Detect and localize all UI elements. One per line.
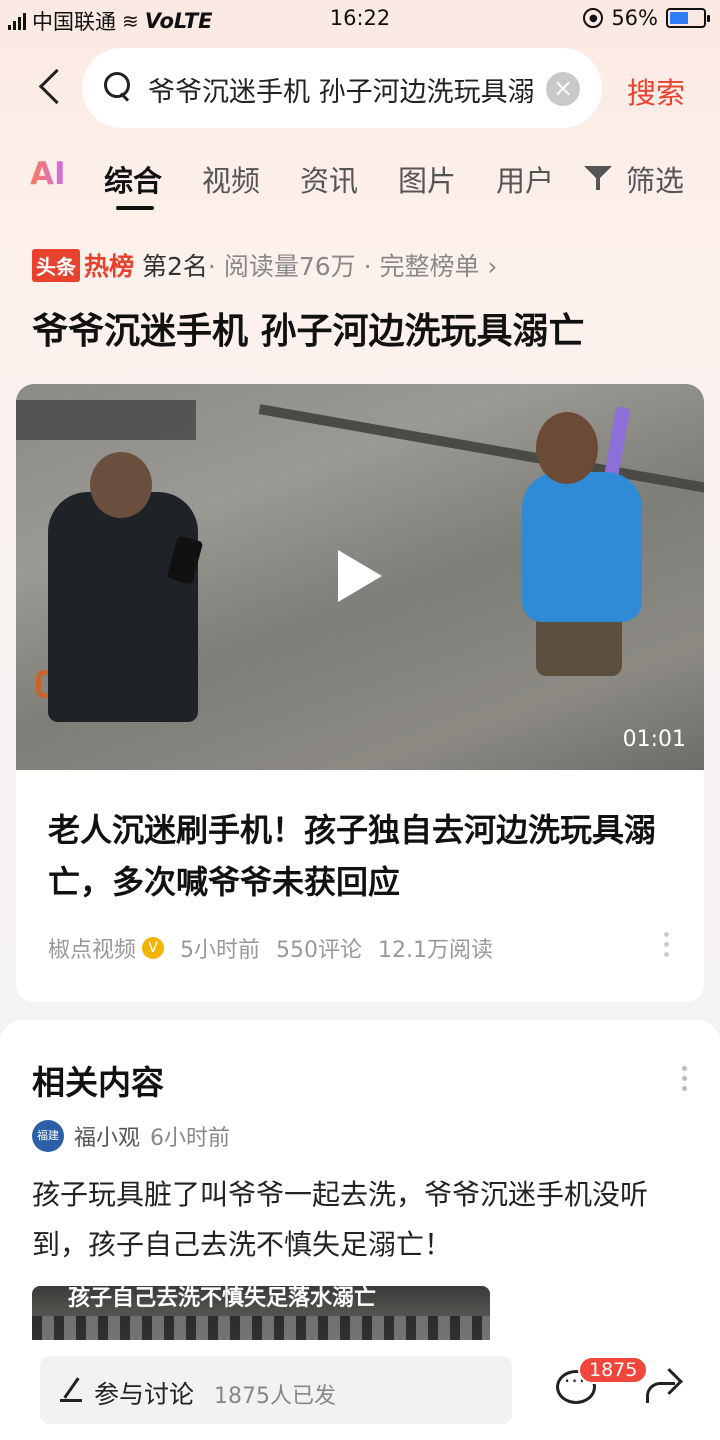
video-comments: 550评论 [276,938,363,963]
related-author-row[interactable]: 福建 福小观 6小时前 [32,1120,230,1152]
related-more-icon[interactable] [682,1066,688,1092]
search-box[interactable]: 爷爷沉迷手机 孙子河边洗玩具溺亡 × [82,48,602,128]
bottom-bar: 参与讨论 1875人已发 1875 [0,1340,720,1440]
drain-line [258,404,704,494]
video-card[interactable]: 01:01 老人沉迷刷手机！孩子独自去河边洗玩具溺亡，多次喊爷爷未获回应 椒点视… [16,384,704,1002]
author-avatar[interactable]: 福建 [32,1120,64,1152]
discuss-count: 1875人已发 [214,1384,336,1409]
tab-images[interactable]: 图片 [398,158,456,200]
pen-icon [60,1376,84,1402]
hot-list-badge: 热榜 [84,252,135,281]
battery-icon [666,8,710,28]
grandfather-figure [48,492,198,722]
video-duration: 01:01 [622,727,686,752]
video-title[interactable]: 老人沉迷刷手机！孩子独自去河边洗玩具溺亡，多次喊爷爷未获回应 [48,804,678,908]
related-time: 6小时前 [150,1126,231,1151]
status-right: ● 56% [583,6,710,30]
author-name[interactable]: 福小观 [74,1120,140,1152]
video-thumbnail[interactable]: 01:01 [16,384,704,770]
read-count-link[interactable]: · 阅读量76万 · 完整榜单 › [208,247,498,283]
video-meta: 椒点视频 V 5小时前 550评论 12.1万阅读 [48,932,493,964]
toutiao-badge: 头条 [32,248,80,282]
tab-users[interactable]: 用户 [496,158,554,200]
hot-rank-row[interactable]: 头条 热榜 第2名 · 阅读量76万 · 完整榜单 › [32,248,497,282]
tab-news[interactable]: 资讯 [300,158,358,200]
comment-count-badge: 1875 [578,1356,649,1384]
topic-title: 爷爷沉迷手机 孙子河边洗玩具溺亡 [32,311,585,352]
tab-filter[interactable]: 筛选 [626,158,684,200]
discuss-input[interactable]: 参与讨论 1875人已发 [40,1356,512,1424]
child-figure [522,472,642,622]
battery-percent: 56% [611,6,658,30]
tab-comprehensive[interactable]: 综合 [104,158,162,200]
filter-icon[interactable] [582,164,616,194]
more-options-icon[interactable] [664,932,670,958]
related-thumbnail[interactable]: 孩子自己去洗不慎失足落水溺亡 [32,1286,490,1342]
verified-icon: V [142,937,165,959]
rotation-lock-icon: ● [583,8,604,28]
related-title: 相关内容 [32,1063,164,1102]
tab-video[interactable]: 视频 [202,158,260,200]
play-icon[interactable] [338,550,382,602]
status-bar: 中国联通 ≋ VoLTE 16:22 ● 56% [0,0,720,38]
child-legs [536,614,622,676]
discuss-label: 参与讨论 [94,1380,195,1409]
clear-search-button[interactable]: × [546,72,580,106]
rank-label: 第2名 [142,252,208,281]
ai-tab[interactable]: AI [30,156,66,192]
active-tab-indicator [116,206,154,210]
related-text[interactable]: 孩子玩具脏了叫爷爷一起去洗，爷爷沉迷手机没听到，孩子自己去洗不慎失足溺亡！ [32,1170,672,1270]
back-button[interactable] [34,66,74,110]
video-reads: 12.1万阅读 [378,938,494,963]
share-icon[interactable] [642,1370,682,1406]
video-source[interactable]: 椒点视频 [48,932,136,964]
filter-tabs: AI 综合 视频 资讯 图片 用户 筛选 [0,156,720,216]
thumb-railing [32,1316,490,1342]
child-head [536,412,598,484]
search-input[interactable]: 爷爷沉迷手机 孙子河边洗玩具溺亡 [148,70,536,106]
video-time: 5小时前 [180,938,261,963]
search-icon [104,72,132,100]
tire-pile [16,400,196,440]
search-button[interactable]: 搜索 [627,70,685,112]
thumb-caption: 孩子自己去洗不慎失足落水溺亡 [68,1286,377,1311]
grandfather-head [90,452,152,518]
